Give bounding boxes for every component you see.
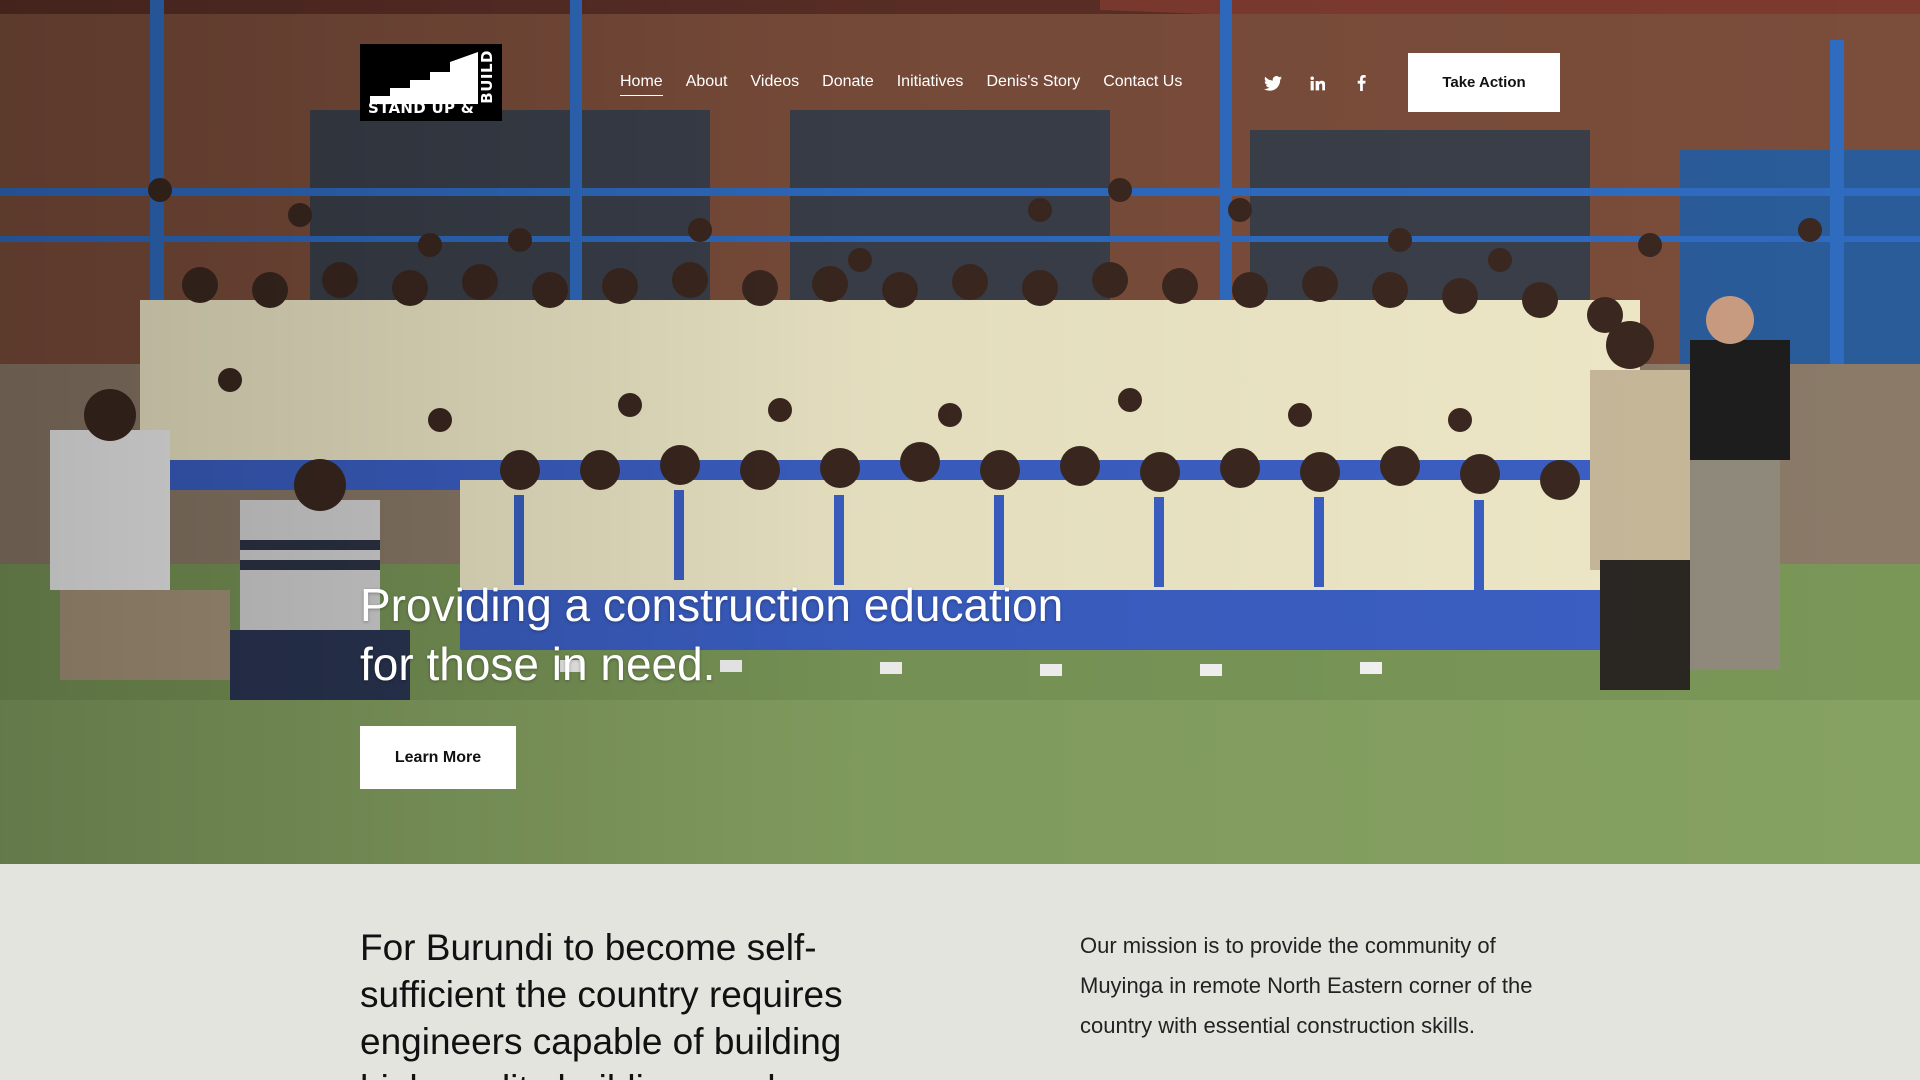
nav-contact-us[interactable]: Contact Us <box>1103 73 1182 95</box>
nav-donate[interactable]: Donate <box>822 73 874 95</box>
nav-videos[interactable]: Videos <box>751 73 800 95</box>
logo-text: STAND UP & <box>368 99 475 117</box>
learn-more-button[interactable]: Learn More <box>360 726 516 789</box>
nav-about[interactable]: About <box>686 73 728 95</box>
site-header: STAND UP & BUILD Home About Videos Donat… <box>0 0 1920 140</box>
main-nav: Home About Videos Donate Initiatives Den… <box>620 70 1205 98</box>
take-action-button[interactable]: Take Action <box>1408 53 1560 112</box>
facebook-icon[interactable] <box>1350 72 1372 94</box>
site-logo[interactable]: STAND UP & BUILD <box>360 44 502 121</box>
mission-section: For Burundi to become self-sufficient th… <box>0 864 1920 1080</box>
twitter-icon[interactable] <box>1262 72 1284 94</box>
nav-initiatives[interactable]: Initiatives <box>897 73 964 95</box>
nav-home[interactable]: Home <box>620 73 663 96</box>
mission-text: Our mission is to provide the community … <box>1080 933 1533 1038</box>
logo-text-vertical: BUILD <box>478 50 496 104</box>
hero-section: STAND UP & BUILD Home About Videos Donat… <box>0 0 1920 864</box>
nav-denis-story[interactable]: Denis's Story <box>986 73 1080 95</box>
hero-title: Providing a construction education for t… <box>360 579 1064 690</box>
linkedin-icon[interactable] <box>1306 72 1328 94</box>
social-links <box>1262 72 1372 94</box>
mission-heading: For Burundi to become self-sufficient th… <box>360 927 843 1080</box>
